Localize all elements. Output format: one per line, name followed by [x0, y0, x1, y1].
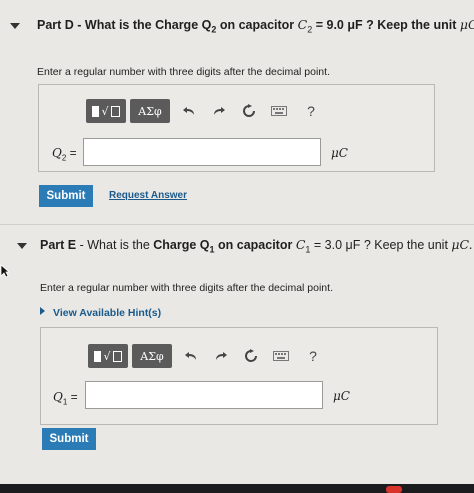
part-e-section: Part E - What is the Charge Q1 on capaci… [0, 225, 474, 485]
help-button[interactable]: ? [298, 99, 324, 123]
templates-icon: √ [94, 350, 122, 363]
unit-label: μC [333, 389, 350, 403]
notification-badge [386, 486, 402, 493]
mouse-cursor-icon [0, 264, 10, 278]
keyboard-button[interactable] [266, 99, 292, 123]
keyboard-icon [271, 106, 287, 116]
undo-button[interactable] [178, 344, 204, 368]
templates-button[interactable]: √ [86, 99, 126, 123]
submit-button[interactable]: Submit [39, 185, 93, 207]
answer-box: √ ΑΣφ ? Q1 = μC [40, 327, 438, 425]
instruction-text: Enter a regular number with three digits… [40, 282, 333, 294]
undo-icon [185, 352, 196, 360]
charge-q2-input[interactable] [83, 138, 321, 166]
redo-button[interactable] [208, 344, 234, 368]
reset-icon [243, 104, 255, 117]
math-toolbar: √ ΑΣφ ? [88, 344, 326, 368]
taskbar-strip [0, 484, 474, 493]
keyboard-icon [273, 351, 289, 361]
variable-label: Q1 = [53, 390, 78, 407]
redo-icon [214, 107, 225, 115]
variable-label: Q2 = [52, 146, 77, 163]
templates-icon: √ [92, 105, 120, 118]
keyboard-button[interactable] [268, 344, 294, 368]
expand-triangle-icon [40, 307, 45, 315]
help-button[interactable]: ? [300, 344, 326, 368]
undo-icon [183, 107, 194, 115]
undo-button[interactable] [176, 99, 202, 123]
reset-button[interactable] [236, 99, 262, 123]
part-d-header: Part D - What is the Charge Q2 on capaci… [37, 17, 474, 35]
reset-button[interactable] [238, 344, 264, 368]
charge-q1-input[interactable] [85, 381, 323, 409]
request-answer-link[interactable]: Request Answer [109, 190, 187, 201]
unit-label: μC [331, 146, 348, 160]
redo-button[interactable] [206, 99, 232, 123]
collapse-caret-icon[interactable] [17, 243, 27, 249]
part-e-header: Part E - What is the Charge Q1 on capaci… [40, 237, 473, 255]
templates-button[interactable]: √ [88, 344, 128, 368]
part-d-section: Part D - What is the Charge Q2 on capaci… [0, 0, 474, 240]
instruction-text: Enter a regular number with three digits… [37, 66, 330, 78]
collapse-caret-icon[interactable] [10, 23, 20, 29]
reset-icon [245, 349, 257, 362]
math-toolbar: √ ΑΣφ ? [86, 99, 324, 123]
redo-icon [216, 352, 227, 360]
view-hints-toggle[interactable]: View Available Hint(s) [40, 307, 161, 319]
submit-button[interactable]: Submit [42, 428, 96, 450]
answer-box: √ ΑΣφ ? Q2 = μC [38, 84, 435, 172]
greek-symbols-button[interactable]: ΑΣφ [132, 344, 172, 368]
greek-symbols-button[interactable]: ΑΣφ [130, 99, 170, 123]
